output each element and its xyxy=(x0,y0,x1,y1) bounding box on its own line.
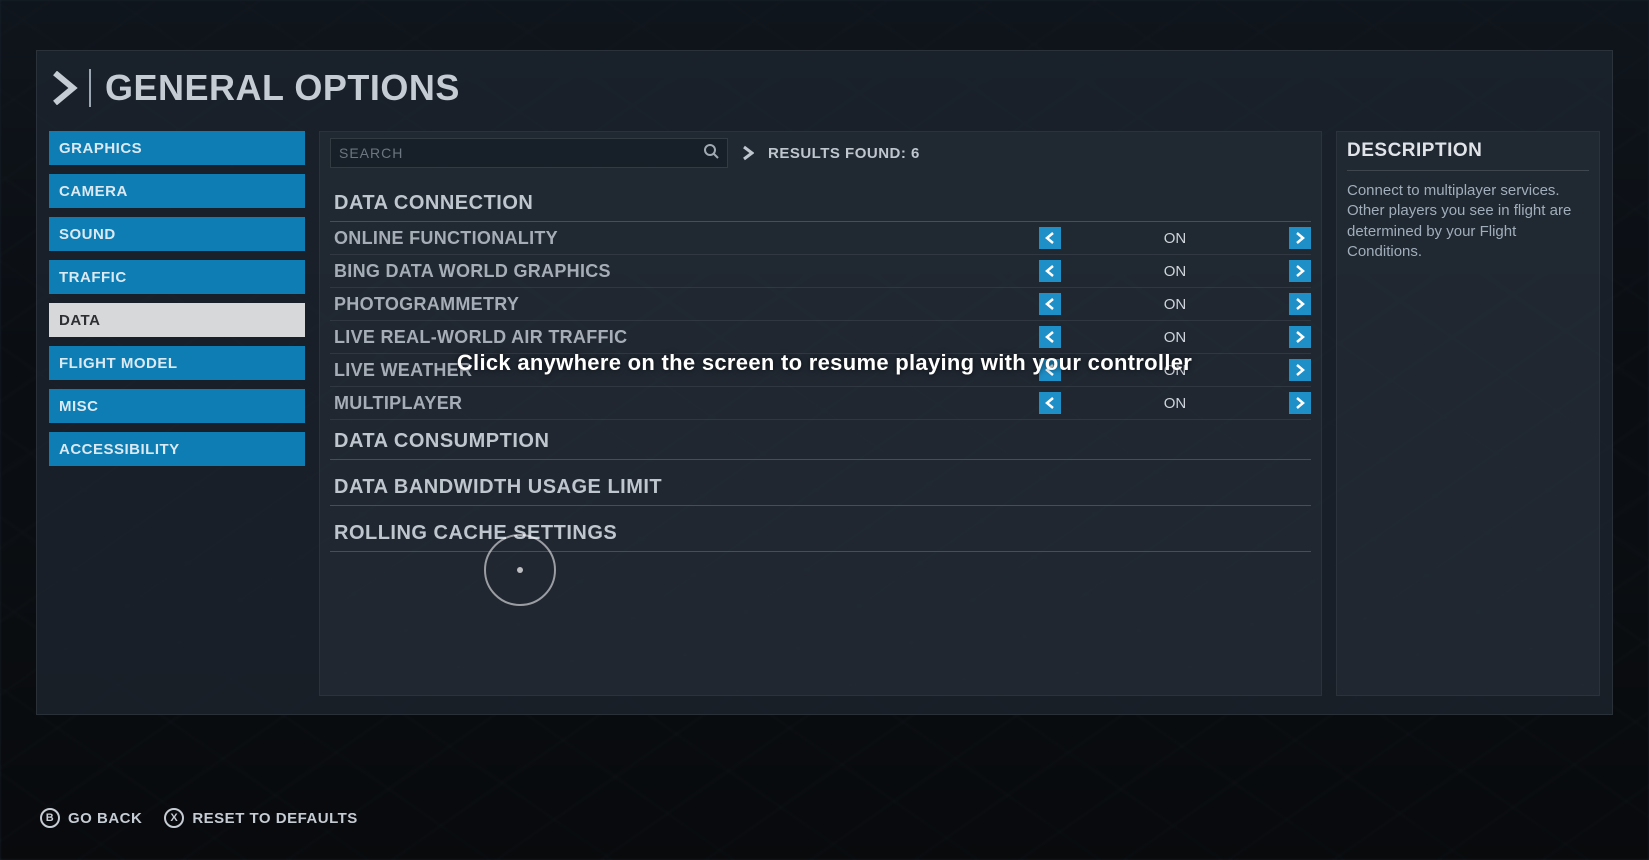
row-label: MULTIPLAYER xyxy=(330,393,1039,414)
section-header-data-consumption: DATA CONSUMPTION xyxy=(330,420,1311,460)
option-value: ON xyxy=(1061,263,1289,280)
title-row: GENERAL OPTIONS xyxy=(37,51,1612,119)
value-selector: ON xyxy=(1039,292,1311,316)
next-option-button[interactable] xyxy=(1289,260,1311,282)
sidebar-item-camera[interactable]: CAMERA xyxy=(49,174,305,208)
prev-option-button[interactable] xyxy=(1039,227,1061,249)
next-option-button[interactable] xyxy=(1289,392,1311,414)
go-back-button[interactable]: B GO BACK xyxy=(40,808,142,828)
sidebar-item-label: ACCESSIBILITY xyxy=(59,441,180,458)
option-value: ON xyxy=(1061,296,1289,313)
next-option-button[interactable] xyxy=(1289,326,1311,348)
option-row-photogrammetry[interactable]: PHOTOGRAMMETRY ON xyxy=(330,288,1311,321)
search-input[interactable] xyxy=(339,145,695,161)
sidebar-item-traffic[interactable]: TRAFFIC xyxy=(49,260,305,294)
sidebar-item-label: SOUND xyxy=(59,226,116,243)
prev-option-button[interactable] xyxy=(1039,326,1061,348)
option-row-live-weather[interactable]: LIVE WEATHER ON xyxy=(330,354,1311,387)
cursor-indicator-icon xyxy=(484,534,556,606)
search-icon xyxy=(703,143,719,164)
value-selector: ON xyxy=(1039,358,1311,382)
option-row-bing-data[interactable]: BING DATA WORLD GRAPHICS ON xyxy=(330,255,1311,288)
next-option-button[interactable] xyxy=(1289,227,1311,249)
sidebar-item-label: CAMERA xyxy=(59,183,128,200)
prev-option-button[interactable] xyxy=(1039,293,1061,315)
description-body: Connect to multiplayer services. Other p… xyxy=(1347,181,1589,262)
sidebar-item-label: GRAPHICS xyxy=(59,140,142,157)
sidebar-item-flight-model[interactable]: FLIGHT MODEL xyxy=(49,346,305,380)
sidebar: GRAPHICS CAMERA SOUND TRAFFIC DATA FLIGH… xyxy=(49,131,305,696)
prev-option-button[interactable] xyxy=(1039,392,1061,414)
page-title: GENERAL OPTIONS xyxy=(105,67,460,109)
option-value: ON xyxy=(1061,395,1289,412)
option-row-online-functionality[interactable]: ONLINE FUNCTIONALITY ON xyxy=(330,222,1311,255)
option-value: ON xyxy=(1061,362,1289,379)
options-panel: GENERAL OPTIONS GRAPHICS CAMERA SOUND TR… xyxy=(36,50,1613,715)
row-label: ONLINE FUNCTIONALITY xyxy=(330,228,1039,249)
next-option-button[interactable] xyxy=(1289,293,1311,315)
chevron-right-icon xyxy=(742,145,754,161)
chevron-right-icon xyxy=(51,71,79,105)
b-key-icon: B xyxy=(40,808,60,828)
x-key-icon: X xyxy=(164,808,184,828)
sidebar-item-label: MISC xyxy=(59,398,99,415)
option-row-multiplayer[interactable]: MULTIPLAYER ON xyxy=(330,387,1311,420)
main-content: RESULTS FOUND: 6 DATA CONNECTION ONLINE … xyxy=(319,131,1322,696)
prev-option-button[interactable] xyxy=(1039,359,1061,381)
search-box[interactable] xyxy=(330,138,728,168)
row-label: PHOTOGRAMMETRY xyxy=(330,294,1039,315)
value-selector: ON xyxy=(1039,391,1311,415)
sidebar-item-label: DATA xyxy=(59,312,100,329)
sidebar-item-sound[interactable]: SOUND xyxy=(49,217,305,251)
reset-label: RESET TO DEFAULTS xyxy=(192,810,357,827)
panel-body: GRAPHICS CAMERA SOUND TRAFFIC DATA FLIGH… xyxy=(37,119,1612,704)
section-header-rolling-cache: ROLLING CACHE SETTINGS xyxy=(330,512,1311,552)
sidebar-item-label: TRAFFIC xyxy=(59,269,127,286)
sidebar-item-graphics[interactable]: GRAPHICS xyxy=(49,131,305,165)
sidebar-item-misc[interactable]: MISC xyxy=(49,389,305,423)
next-option-button[interactable] xyxy=(1289,359,1311,381)
footer-actions: B GO BACK X RESET TO DEFAULTS xyxy=(40,808,358,828)
go-back-label: GO BACK xyxy=(68,810,142,827)
search-row: RESULTS FOUND: 6 xyxy=(330,138,1311,168)
results-found-label: RESULTS FOUND: 6 xyxy=(768,145,920,162)
description-panel: DESCRIPTION Connect to multiplayer servi… xyxy=(1336,131,1600,696)
section-header-bandwidth: DATA BANDWIDTH USAGE LIMIT xyxy=(330,466,1311,506)
row-label: LIVE WEATHER xyxy=(330,360,1039,381)
prev-option-button[interactable] xyxy=(1039,260,1061,282)
value-selector: ON xyxy=(1039,325,1311,349)
option-value: ON xyxy=(1061,230,1289,247)
row-label: LIVE REAL-WORLD AIR TRAFFIC xyxy=(330,327,1039,348)
sidebar-item-label: FLIGHT MODEL xyxy=(59,355,178,372)
value-selector: ON xyxy=(1039,259,1311,283)
value-selector: ON xyxy=(1039,226,1311,250)
sidebar-item-accessibility[interactable]: ACCESSIBILITY xyxy=(49,432,305,466)
title-divider xyxy=(89,69,91,107)
option-value: ON xyxy=(1061,329,1289,346)
option-row-live-air-traffic[interactable]: LIVE REAL-WORLD AIR TRAFFIC ON xyxy=(330,321,1311,354)
description-title: DESCRIPTION xyxy=(1347,140,1589,171)
reset-defaults-button[interactable]: X RESET TO DEFAULTS xyxy=(164,808,357,828)
section-header-data-connection: DATA CONNECTION xyxy=(330,182,1311,222)
row-label: BING DATA WORLD GRAPHICS xyxy=(330,261,1039,282)
sidebar-item-data[interactable]: DATA xyxy=(49,303,305,337)
